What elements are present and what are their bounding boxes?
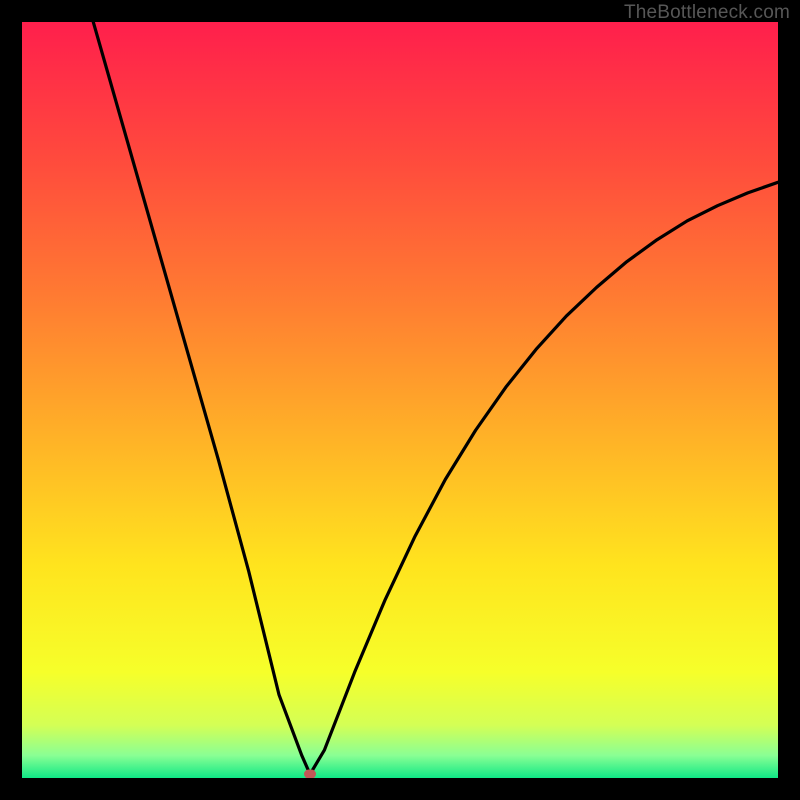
minimum-marker bbox=[304, 770, 316, 778]
plot-area bbox=[22, 22, 778, 778]
curve-line bbox=[22, 22, 778, 778]
watermark-text: TheBottleneck.com bbox=[624, 2, 790, 24]
chart-frame: TheBottleneck.com bbox=[0, 0, 800, 800]
